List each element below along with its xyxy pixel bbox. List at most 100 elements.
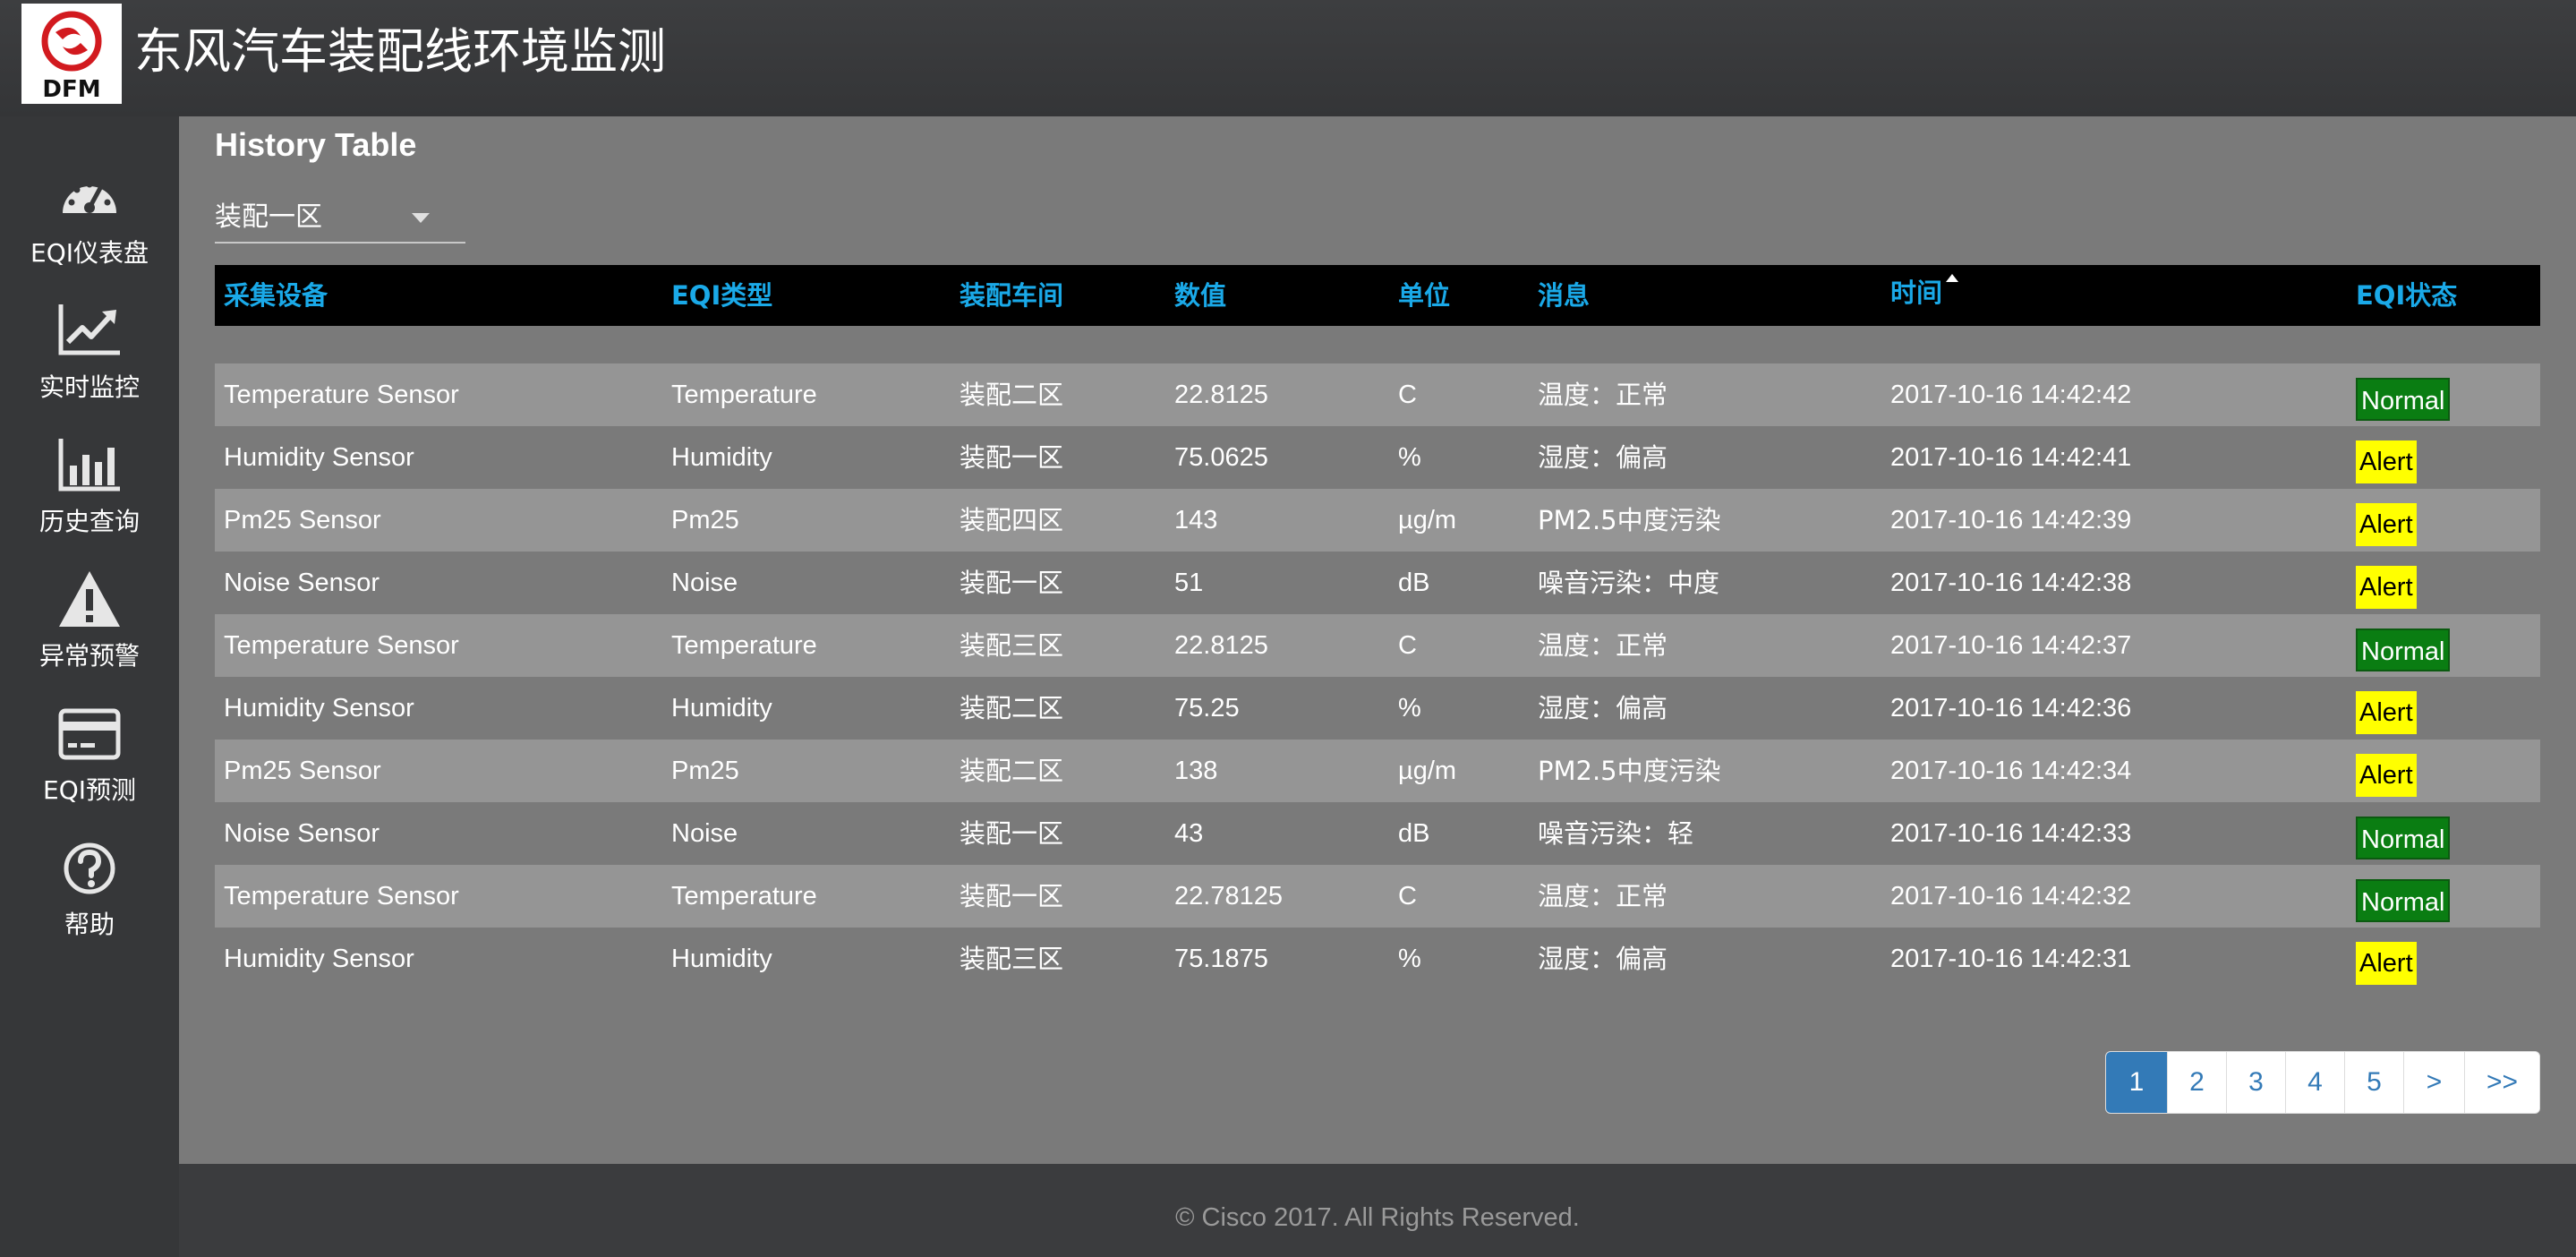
cell-type: Temperature — [671, 381, 817, 409]
cell-type: Temperature — [671, 631, 817, 660]
cell-zone: 装配三区 — [960, 630, 1064, 661]
sort-ascending-icon — [1946, 274, 1959, 282]
bar-chart-icon — [55, 435, 124, 496]
column-header-unit[interactable]: 单位 — [1398, 265, 1450, 326]
page-button[interactable]: 3 — [2226, 1052, 2285, 1113]
copyright-text: © Cisco 2017. All Rights Reserved. — [1175, 1203, 1580, 1232]
table-row[interactable]: Humidity Sensor Humidity 装配二区 75.25% 湿度：偏高 20… — [215, 677, 2540, 740]
cell-time: 2017-10-16 14:42:41 — [1890, 443, 2132, 472]
cell-type: Pm25 — [671, 506, 739, 534]
page-button[interactable]: > — [2403, 1052, 2464, 1113]
cell-unit: dB — [1398, 819, 1430, 848]
column-header-value[interactable]: 数值 — [1174, 265, 1226, 326]
cell-zone: 装配一区 — [960, 442, 1064, 473]
page-button[interactable]: 4 — [2285, 1052, 2344, 1113]
column-header-message[interactable]: 消息 — [1538, 265, 1590, 326]
zone-select-dropdown[interactable]: 装配一区 — [215, 199, 465, 244]
table-row[interactable]: Temperature Sensor Temperature 装配二区 22.8125… — [215, 363, 2540, 426]
cell-type: Pm25 — [671, 757, 739, 785]
sidebar-item-history-query[interactable]: 历史查询 — [0, 414, 179, 548]
page-button[interactable]: 5 — [2344, 1052, 2403, 1113]
cell-value: 22.8125 — [1174, 381, 1268, 409]
cell-unit: % — [1398, 443, 1421, 472]
app-title: 东风汽车装配线环境监测 — [134, 23, 666, 80]
cell-unit: C — [1398, 882, 1417, 911]
cell-device: Pm25 Sensor — [224, 757, 381, 785]
sidebar-item-label: EQI仪表盘 — [30, 238, 149, 268]
sidebar-item-label: 实时监控 — [38, 372, 140, 402]
column-header-device[interactable]: 采集设备 — [224, 265, 328, 326]
cell-type: Noise — [671, 569, 738, 597]
cell-device: Pm25 Sensor — [224, 506, 381, 534]
cell-type: Temperature — [671, 882, 817, 911]
table-header: 采集设备 EQI类型 装配车间 数值 单位 消息 时间 EQI状态 — [215, 265, 2540, 326]
dashboard-gauge-icon — [55, 167, 124, 227]
column-header-eqi-type[interactable]: EQI类型 — [671, 265, 772, 326]
sidebar-item-label: EQI预测 — [43, 775, 136, 805]
column-header-time-label: 时间 — [1890, 278, 1943, 308]
cell-message: PM2.5中度污染 — [1538, 505, 1721, 535]
cell-device: Humidity Sensor — [224, 443, 414, 472]
cell-unit: % — [1398, 694, 1421, 723]
sidebar-item-label: 历史查询 — [38, 507, 140, 536]
credit-card-icon — [55, 704, 124, 765]
cell-time: 2017-10-16 14:42:34 — [1890, 757, 2132, 785]
sidebar-item-help[interactable]: 帮助 — [0, 817, 179, 951]
sidebar-item-anomaly-alert[interactable]: 异常预警 — [0, 548, 179, 682]
sidebar-item-label: 异常预警 — [38, 641, 140, 671]
table-row[interactable]: Pm25 Sensor Pm25 装配四区 143 µg/m PM2.5中度污染 2017-… — [215, 489, 2540, 552]
cell-type: Humidity — [671, 694, 772, 723]
chevron-down-icon — [412, 213, 430, 223]
cell-unit: µg/m — [1398, 757, 1457, 785]
table-row[interactable]: Noise Sensor Noise 装配一区 51 dB 噪音污染：中度 2017-10-… — [215, 552, 2540, 614]
page-footer: © Cisco 2017. All Rights Reserved. — [179, 1164, 2576, 1257]
sidebar-item-label: 帮助 — [64, 910, 115, 939]
cell-message: 温度：正常 — [1538, 881, 1668, 911]
cell-device: Temperature Sensor — [224, 381, 459, 409]
column-header-eqi-status[interactable]: EQI状态 — [2356, 265, 2457, 326]
logo-text: DFM — [42, 76, 100, 103]
page-button[interactable]: >> — [2464, 1052, 2539, 1113]
column-header-zone[interactable]: 装配车间 — [960, 265, 1063, 326]
pagination: 1 2 3 4 5 > >> — [2105, 1051, 2540, 1114]
cell-time: 2017-10-16 14:42:31 — [1890, 945, 2132, 973]
status-badge: Alert — [2356, 503, 2417, 546]
cell-zone: 装配三区 — [960, 944, 1064, 974]
cell-time: 2017-10-16 14:42:38 — [1890, 569, 2132, 597]
sidebar-item-eqi-dashboard[interactable]: EQI仪表盘 — [0, 145, 179, 279]
status-badge: Alert — [2356, 440, 2417, 483]
cell-zone: 装配二区 — [960, 693, 1064, 723]
table-row[interactable]: Temperature Sensor Temperature 装配一区 22.7812… — [215, 865, 2540, 928]
cell-message: 温度：正常 — [1538, 630, 1668, 661]
table-row[interactable]: Humidity Sensor Humidity 装配三区 75.1875% 湿度：偏高… — [215, 928, 2540, 990]
cell-device: Noise Sensor — [224, 819, 380, 848]
cell-value: 22.78125 — [1174, 882, 1283, 911]
table-row[interactable]: Pm25 Sensor Pm25 装配二区 138 µg/m PM2.5中度污染 2017-… — [215, 740, 2540, 802]
cell-type: Humidity — [671, 443, 772, 472]
cell-unit: dB — [1398, 569, 1430, 597]
cell-unit: C — [1398, 381, 1417, 409]
cell-value: 143 — [1174, 506, 1218, 534]
cell-time: 2017-10-16 14:42:42 — [1890, 381, 2132, 409]
table-row[interactable]: Humidity Sensor Humidity 装配一区 75.0625% 湿度：偏高… — [215, 426, 2540, 489]
dfm-logo-icon: DFM — [41, 11, 102, 103]
status-badge: Normal — [2356, 378, 2451, 421]
status-badge: Alert — [2356, 942, 2417, 985]
cell-device: Noise Sensor — [224, 569, 380, 597]
sidebar-item-eqi-forecast[interactable]: EQI预测 — [0, 682, 179, 817]
cell-value: 51 — [1174, 569, 1204, 597]
cell-value: 22.8125 — [1174, 631, 1268, 660]
table-row[interactable]: Noise Sensor Noise 装配一区 43 dB 噪音污染：轻 2017-10-1… — [215, 802, 2540, 865]
dfm-logo[interactable]: DFM — [21, 4, 122, 104]
cell-message: 湿度：偏高 — [1538, 693, 1668, 723]
sidebar-item-realtime-monitor[interactable]: 实时监控 — [0, 279, 179, 414]
cell-zone: 装配一区 — [960, 568, 1064, 598]
cell-zone: 装配二区 — [960, 756, 1064, 786]
page-button[interactable]: 1 — [2106, 1052, 2167, 1113]
status-badge: Normal — [2356, 817, 2451, 859]
status-badge: Alert — [2356, 691, 2417, 734]
page-button[interactable]: 2 — [2167, 1052, 2226, 1113]
column-header-time[interactable]: 时间 — [1890, 265, 1959, 326]
table-row[interactable]: Temperature Sensor Temperature 装配三区 22.8125… — [215, 614, 2540, 677]
cell-value: 75.1875 — [1174, 945, 1268, 973]
